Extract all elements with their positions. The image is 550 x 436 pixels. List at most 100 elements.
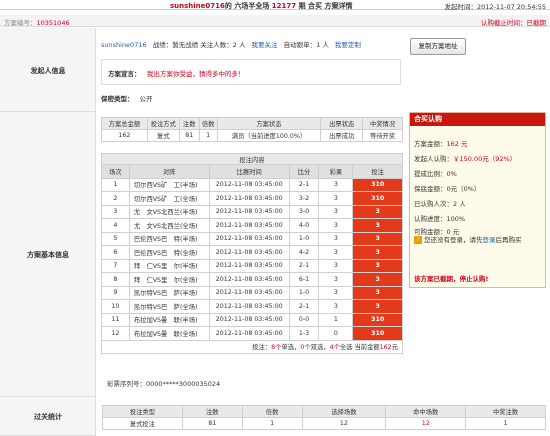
bet-cell: 2012-11-08 03:45:00 [208, 285, 290, 300]
bet-cell: 2012-11-08 03:45:00 [208, 258, 290, 273]
bet-cell: 凯尔特VS巴 萨(半场) [128, 285, 210, 300]
summary-cell: 等待开奖 [362, 129, 403, 142]
join-line: 认购进度：100% [414, 213, 465, 223]
bet-total-row: 投注：8个单选，0个双选，4个全选 当前金额162元 [101, 339, 403, 354]
summary-row: 162 复式 81 1 满员（当前进度100.0%） 出票成功 等待开奖 [101, 129, 403, 142]
bet-cell: 拜 仁VS里 尔(半场) [128, 258, 210, 273]
bet-cell: 3 [318, 299, 354, 314]
bet-row: 11 布拉加VS曼 联(半场) 2012-11-08 03:45:00 0-0 1 310 [101, 312, 403, 327]
plan-code: 方案编号：10351046 [4, 19, 70, 27]
plan-code-bar: 方案编号：10351046 认购截止时间：已截期 [0, 15, 550, 27]
warning-icon: ! [414, 236, 422, 244]
summary-cell: 1 [198, 129, 218, 142]
join-line-label: 已认购人次： [414, 200, 453, 208]
join-line-value: 162 元 [446, 140, 468, 148]
join-line: 已认购人次：2 人 [414, 198, 466, 208]
bet-header: 比分 [288, 164, 320, 179]
bet-cell: 0-0 [288, 312, 320, 327]
bet-header: 比赛时间 [208, 164, 290, 179]
privacy-value: 公开 [139, 95, 153, 103]
ticket-serial: 彩票序列号：0000*****3000035024 [107, 380, 221, 388]
bet-row: 3尤 文VS北西兰(半场) 2012-11-08 03:45:00 3-0 3 3 [101, 204, 403, 219]
bet-cell: 2-1 [288, 258, 320, 273]
record-value: 暂无战绩 [172, 41, 199, 49]
bet-cell: 1-0 [288, 231, 320, 246]
bet-cell: 3 [101, 204, 130, 219]
stats-cell: 81 [181, 417, 243, 430]
manifesto-text: 我出方案你受益，猜得多中的多！ [147, 70, 245, 78]
summary-header: 投注方式 [146, 117, 180, 130]
bet-cell: 3 [318, 231, 354, 246]
auto-follow-label: 自动跟单： [283, 41, 317, 49]
bet-cell: 2012-11-08 03:45:00 [208, 204, 290, 219]
bet-cell: 2012-11-08 03:45:00 [208, 191, 290, 206]
join-line-label: 提成比例： [414, 170, 447, 178]
stats-cell: 1 [241, 417, 303, 430]
pass-stats-table: 投注类型 注数 倍数 选择场数 命中场数 中奖注数 复式投注 81 1 12 1… [102, 405, 546, 430]
summary-header: 出票状态 [320, 117, 364, 130]
summary-header: 注数 [178, 117, 200, 130]
summary-cell: 满员（当前进度100.0%） [216, 129, 322, 142]
login-link[interactable]: 登录 [483, 236, 496, 244]
stats-header: 中奖注数 [465, 405, 546, 418]
custom-follow-link[interactable]: 我要定制 [335, 41, 361, 49]
bet-cell: 2012-11-08 03:45:00 [208, 177, 290, 192]
join-purchase-panel: 合买认购 方案金额：162 元发起人认购：￥150.00元（92%） 提成比例：0… [409, 112, 546, 288]
closed-notice: 该方案已截期，停止认购! [414, 275, 489, 283]
auto-follow-count: 1 人 [316, 41, 329, 49]
bet-cell: 2 [101, 191, 130, 206]
bet-cell: 2012-11-08 03:45:00 [208, 272, 290, 287]
bet-cell: 3 [318, 272, 354, 287]
bet-cell: 0 [318, 326, 354, 341]
bet-header: 场次 [101, 164, 130, 179]
bet-header: 投注 [352, 164, 403, 179]
bet-row: 4尤 文VS北西兰(全场) 2012-11-08 03:45:00 4-0 3 3 [101, 218, 403, 233]
bet-cell: 2-1 [288, 177, 320, 192]
bet-row: 6 巴伦西VS巴 特(全场) 2012-11-08 03:45:00 4-2 3 3 [101, 245, 403, 260]
manifesto-label: 方案宣言： [108, 70, 141, 78]
bet-cell: 3 [318, 245, 354, 260]
section-label-stats: 过关统计 [34, 413, 62, 421]
bet-cell: 3 [318, 218, 354, 233]
join-line-value: 0% [446, 170, 457, 178]
bet-row: 9 凯尔特VS巴 萨(半场) 2012-11-08 03:45:00 1-0 3 3 [101, 285, 403, 300]
bet-cell: 4 [101, 218, 130, 233]
bet-pick-cell: 3 [352, 272, 403, 287]
bet-cell: 3 [318, 285, 354, 300]
stats-header: 命中场数 [385, 405, 467, 418]
bet-pick-cell: 3 [352, 231, 403, 246]
stats-header: 投注类型 [102, 405, 183, 418]
join-line-label: 发起人认购： [414, 155, 453, 163]
join-line: 方案金额：162 元 [414, 138, 467, 148]
section-stats: 过关统计 [0, 397, 96, 436]
title-bar: sunshine0716的 六场半全场 12177 期 合买 方案详情 发起时间… [0, 0, 550, 11]
bet-cell: 8 [101, 272, 130, 287]
bet-row: 8拜 仁VS里 尔(全场) 2012-11-08 03:45:00 6-1 3 3 [101, 272, 403, 287]
bet-pick-cell: 3 [352, 245, 403, 260]
bet-cell: 巴伦西VS巴 特(半场) [128, 231, 210, 246]
sponsor-name[interactable]: sunshine0716 [101, 41, 147, 49]
publish-time: 发起时间：2012-11-07 20:54:55 [444, 3, 546, 11]
bet-cell: 尤 文VS北西兰(全场) [128, 218, 210, 233]
summary-header: 方案总金额 [101, 117, 148, 130]
join-line-label: 保底金额： [414, 185, 447, 193]
bet-cell: 3 [318, 258, 354, 273]
copy-plan-url-button[interactable]: 复制方案地址 [410, 38, 466, 55]
bet-total: 投注：8个单选，0个双选，4个全选 当前金额162元 [101, 339, 403, 354]
follow-link[interactable]: 我要关注 [252, 41, 278, 49]
bet-cell: 巴伦西VS巴 特(全场) [128, 245, 210, 260]
join-line-value: 2 人 [453, 200, 466, 208]
section-label-sponsor: 发起人信息 [30, 67, 66, 75]
join-line-label: 方案金额： [414, 140, 447, 148]
stats-header-row: 投注类型 注数 倍数 选择场数 命中场数 中奖注数 [102, 405, 546, 418]
bet-pick-cell: 3 [352, 204, 403, 219]
section-basic: 方案基本信息 [0, 112, 96, 397]
bet-cell: 2012-11-08 03:45:00 [208, 245, 290, 260]
bet-row: 12 布拉加VS曼 联(全场) 2012-11-08 03:45:00 1-3 0 310 [101, 326, 403, 341]
bet-pick-cell: 3 [352, 218, 403, 233]
summary-header: 中奖情况 [362, 117, 403, 130]
bet-row: 1 切尔西VS矿 工(半场) 2012-11-08 03:45:00 2-1 3 310 [101, 177, 403, 192]
record-label: 战绩： [152, 41, 173, 49]
summary-table: 方案总金额 投注方式 注数 倍数 方案状态 出票状态 中奖情况 162 复式 8… [101, 117, 403, 142]
stats-header: 注数 [181, 405, 243, 418]
